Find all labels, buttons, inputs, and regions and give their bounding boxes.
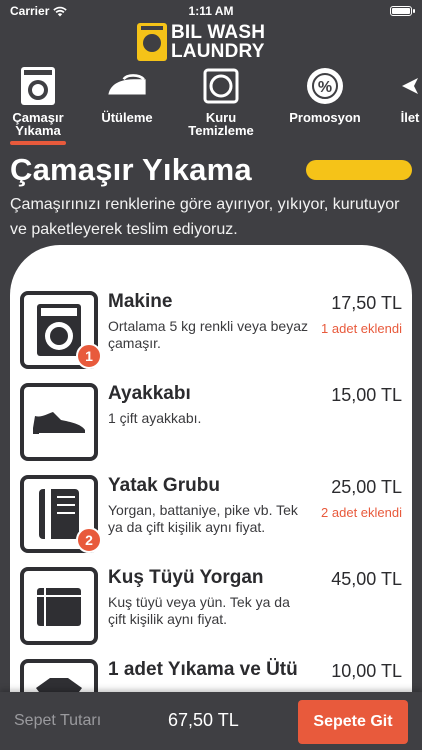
service-list: 1 Makine Ortalama 5 kg renkli veya beyaz…: [10, 245, 412, 705]
app-logo: BIL WASH LAUNDRY: [137, 20, 289, 64]
quantity-badge: 2: [76, 527, 102, 553]
item-price: 45,00 TL: [331, 569, 402, 589]
item-price: 25,00 TL: [331, 477, 402, 497]
go-to-cart-button[interactable]: Sepete Git: [298, 700, 408, 744]
tab-label: Promosyon: [289, 110, 361, 125]
tab-utuleme[interactable]: Ütüleme: [96, 64, 158, 124]
item-price: 15,00 TL: [331, 385, 402, 405]
quantity-badge: 1: [76, 343, 102, 369]
list-item[interactable]: 2 Yatak Grubu Yorgan, battaniye, pike vb…: [20, 475, 412, 555]
title-accent-bar: [306, 160, 412, 180]
tab-label: Kuru Temizleme: [188, 110, 254, 138]
item-description: Yorgan, battaniye, pike vb. Tek ya da çi…: [108, 502, 298, 535]
item-name: Yatak Grubu: [108, 475, 220, 496]
iron-icon: [105, 64, 149, 108]
tab-label: İlet: [400, 110, 420, 125]
item-added-status: 2 adet eklendi: [321, 505, 402, 520]
shoe-icon: [20, 383, 98, 461]
svg-text:%: %: [318, 79, 332, 96]
cart-total-value: 67,50 TL: [168, 710, 239, 730]
section-title: Çamaşır Yıkama: [10, 152, 252, 187]
battery-icon: [390, 6, 415, 16]
dry-clean-icon: [199, 64, 243, 108]
item-price: 17,50 TL: [331, 293, 402, 313]
send-icon: [388, 64, 422, 108]
tab-label: Çamaşır Yıkama: [12, 110, 64, 138]
item-price: 10,00 TL: [331, 661, 402, 681]
item-name: Makine: [108, 291, 173, 312]
item-description: Kuş tüyü veya yün. Tek ya da çift kişili…: [108, 594, 290, 627]
percent-badge-icon: %: [303, 64, 347, 108]
item-added-status: 1 adet eklendi: [321, 321, 402, 336]
list-item[interactable]: Ayakkabı 1 çift ayakkabı. 15,00 TL: [20, 383, 412, 463]
status-bar: Carrier 1:11 AM: [0, 0, 422, 22]
category-tabs: Çamaşır Yıkama Ütüleme Kuru Temizleme % …: [0, 64, 422, 148]
logo-mark-icon: [137, 23, 167, 61]
section-description: Çamaşırınızı renklerine göre ayırıyor, y…: [10, 196, 400, 238]
logo-line-2: LAUNDRY: [171, 41, 265, 62]
item-name: 1 adet Yıkama ve Ütü: [108, 659, 298, 680]
quilt-icon: [20, 567, 98, 645]
list-item[interactable]: Kuş Tüyü Yorgan Kuş tüyü veya yün. Tek y…: [20, 567, 412, 647]
item-name: Kuş Tüyü Yorgan: [108, 567, 264, 588]
logo-line-1: BIL WASH: [171, 22, 266, 43]
status-time: 1:11 AM: [188, 4, 234, 18]
tab-ilet[interactable]: İlet: [390, 64, 422, 124]
wifi-icon: [53, 6, 68, 16]
tab-kuru-temizleme[interactable]: Kuru Temizleme: [182, 64, 260, 137]
cart-summary-bar: Sepet Tutarı 67,50 TL Sepete Git: [0, 692, 422, 750]
carrier-label: Carrier: [10, 4, 50, 18]
tab-camasir-yikama[interactable]: Çamaşır Yıkama: [6, 64, 70, 145]
item-name: Ayakkabı: [108, 383, 191, 404]
item-description: Ortalama 5 kg renkli veya beyaz çamaşır.: [108, 318, 308, 351]
tab-promosyon[interactable]: % Promosyon: [284, 64, 366, 124]
list-item[interactable]: 1 Makine Ortalama 5 kg renkli veya beyaz…: [20, 291, 412, 371]
logo-text: BIL WASH LAUNDRY: [171, 23, 265, 61]
status-left: Carrier: [10, 4, 68, 18]
item-description: 1 çift ayakkabı.: [108, 410, 202, 426]
tab-label: Ütüleme: [101, 110, 153, 125]
washing-machine-icon: [16, 64, 60, 108]
tab-selected-indicator: [10, 141, 66, 145]
cart-total-label: Sepet Tutarı: [14, 712, 102, 729]
